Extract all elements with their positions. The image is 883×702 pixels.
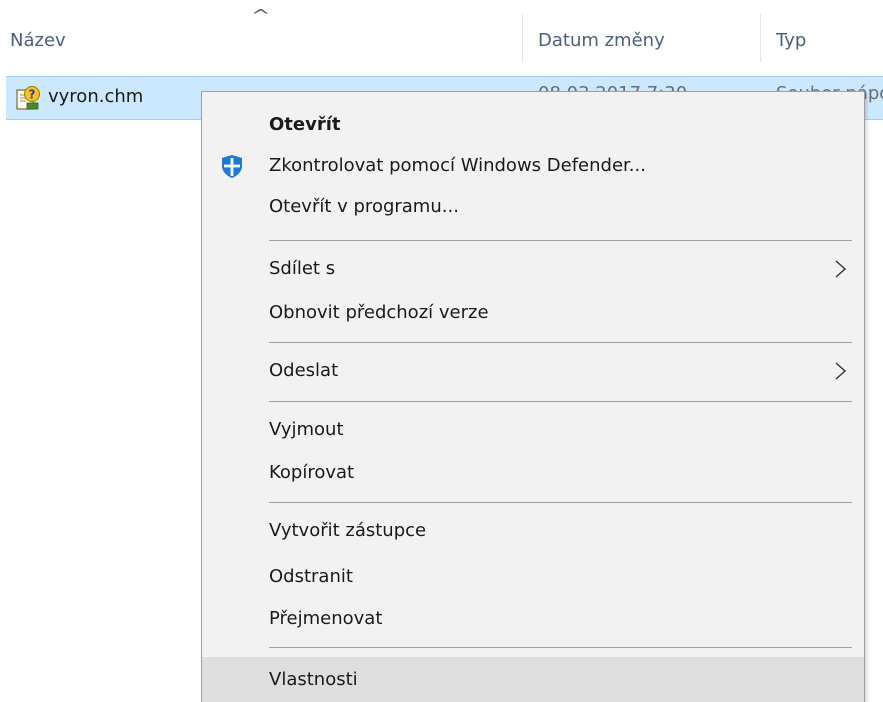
explorer-view: Název ^ Datum změny Typ ? vyron.chm 08.0…: [0, 0, 883, 702]
menu-item-restore-versions[interactable]: Obnovit předchozí verze: [202, 294, 864, 332]
menu-item-send-to[interactable]: Odeslat: [202, 352, 864, 390]
file-name: vyron.chm: [48, 86, 144, 107]
menu-item-share-with[interactable]: Sdílet s: [202, 250, 864, 288]
context-menu: Otevřít Zkontrolovat pomocí Windows Defe…: [201, 91, 865, 702]
column-name-header[interactable]: Název: [10, 30, 66, 51]
chm-help-file-icon: ?: [16, 86, 40, 110]
menu-item-rename[interactable]: Přejmenovat: [202, 600, 864, 638]
menu-item-label: Otevřít: [269, 114, 341, 135]
menu-item-label: Otevřít v programu...: [269, 196, 459, 217]
windows-defender-shield-icon: [222, 155, 242, 178]
chevron-right-icon: [835, 362, 847, 380]
menu-item-label: Vytvořit zástupce: [269, 520, 427, 541]
chevron-right-icon: [835, 260, 847, 278]
menu-item-label: Obnovit předchozí verze: [269, 302, 489, 323]
menu-item-open[interactable]: Otevřít: [202, 106, 864, 144]
menu-item-properties[interactable]: Vlastnosti: [202, 657, 864, 702]
column-type-header[interactable]: Typ: [776, 30, 806, 51]
menu-separator: [269, 502, 852, 503]
menu-separator: [269, 240, 852, 241]
menu-item-copy[interactable]: Kopírovat: [202, 454, 864, 492]
svg-text:?: ?: [29, 88, 36, 102]
menu-item-cut[interactable]: Vyjmout: [202, 411, 864, 449]
column-header: Název ^ Datum změny Typ: [0, 0, 883, 74]
menu-item-create-shortcut[interactable]: Vytvořit zástupce: [202, 512, 864, 550]
menu-item-label: Sdílet s: [269, 258, 336, 279]
menu-separator: [269, 647, 852, 648]
menu-item-open-with[interactable]: Otevřít v programu...: [202, 188, 864, 226]
column-divider[interactable]: [522, 14, 523, 62]
menu-item-delete[interactable]: Odstranit: [202, 558, 864, 596]
menu-item-label: Kopírovat: [269, 462, 355, 483]
column-date-header[interactable]: Datum změny: [538, 30, 665, 51]
menu-item-label: Vlastnosti: [269, 669, 358, 690]
menu-item-label: Vyjmout: [269, 419, 344, 440]
column-divider[interactable]: [760, 14, 761, 62]
menu-item-label: Odstranit: [269, 566, 353, 587]
menu-separator: [269, 401, 852, 402]
menu-item-label: Přejmenovat: [269, 608, 383, 629]
menu-separator: [269, 342, 852, 343]
sort-ascending-icon: ^: [250, 6, 271, 25]
menu-item-label: Zkontrolovat pomocí Windows Defender...: [269, 155, 646, 176]
menu-item-scan-defender[interactable]: Zkontrolovat pomocí Windows Defender...: [202, 147, 864, 185]
menu-item-label: Odeslat: [269, 360, 339, 381]
